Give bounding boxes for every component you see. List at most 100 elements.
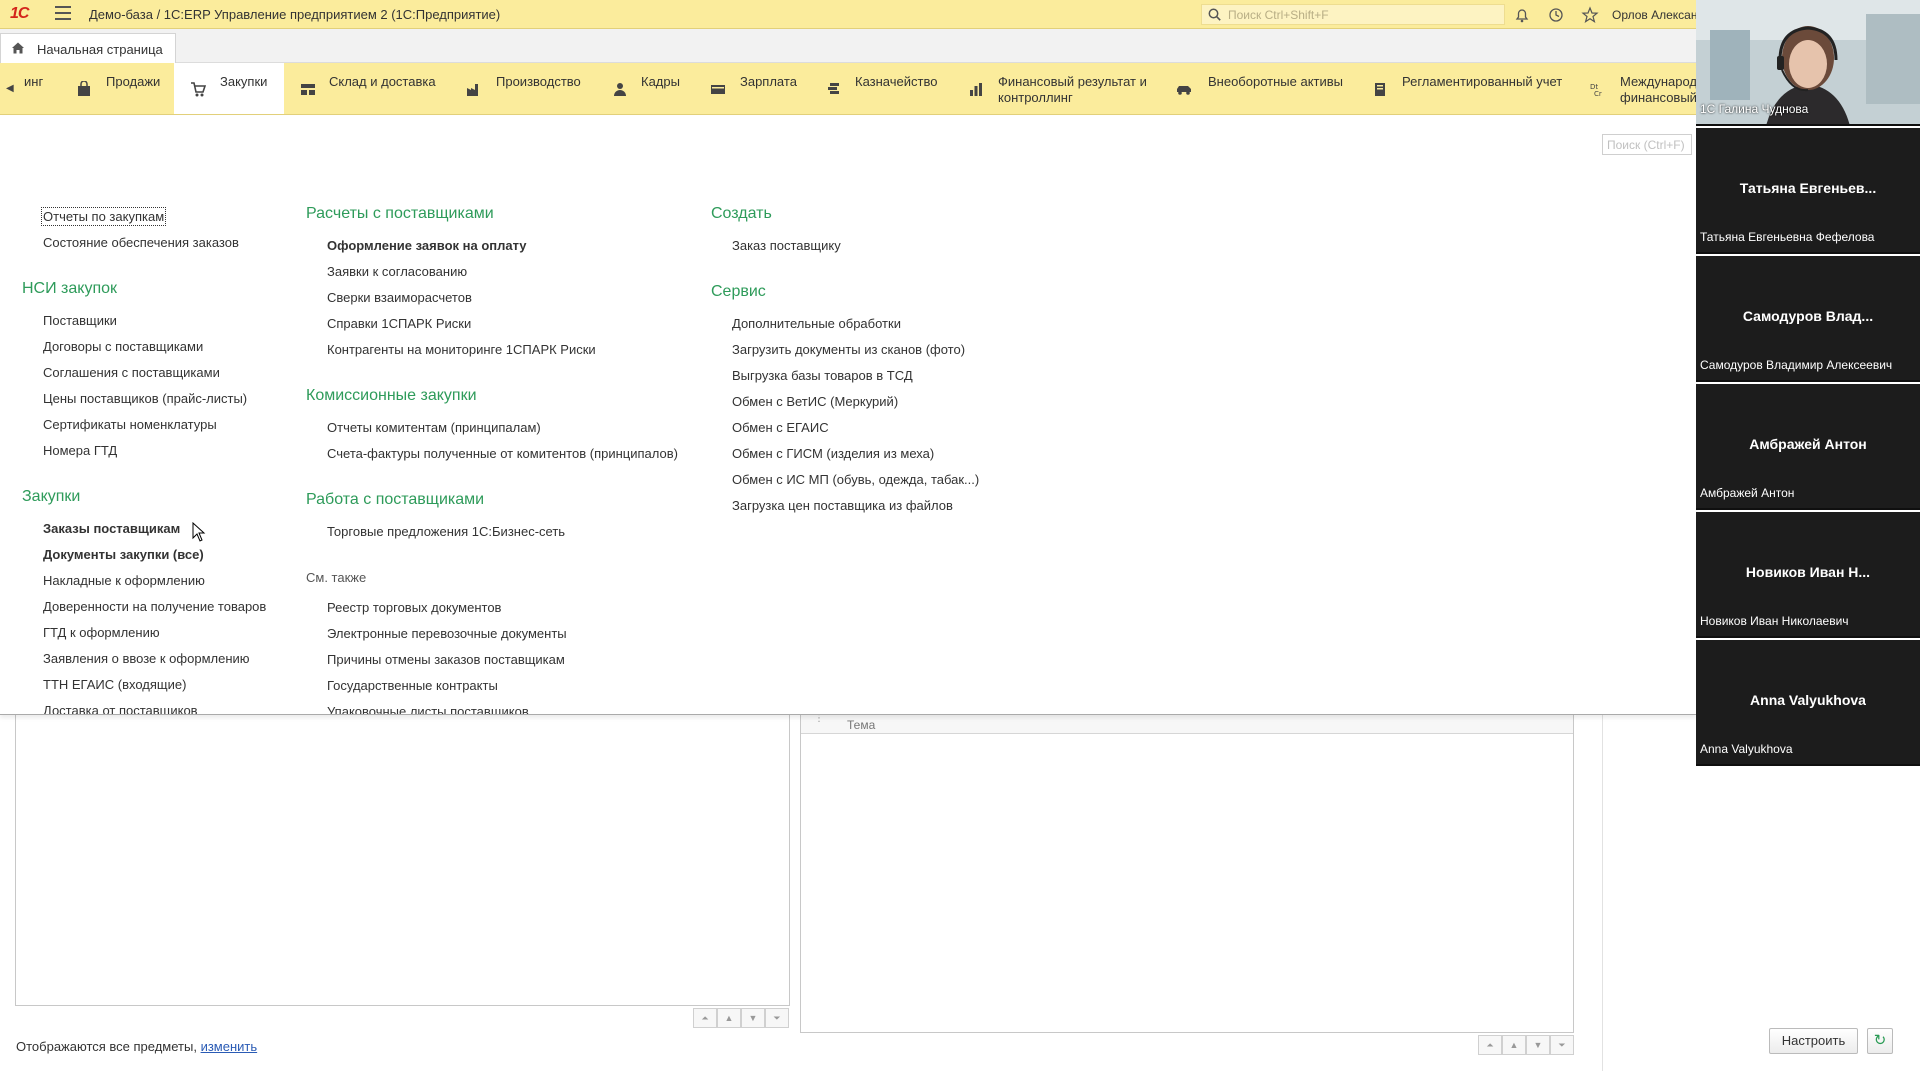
bag-icon (78, 81, 90, 96)
participant-name: Самодуров Владимир Алексеевич (1700, 358, 1893, 372)
menu-item[interactable]: Оформление заявок на оплату (327, 238, 527, 253)
section-sales[interactable]: Продажи (76, 63, 172, 114)
menu-item[interactable]: Реестр торговых документов (327, 600, 501, 615)
car-icon (1177, 86, 1191, 95)
section-payroll[interactable]: Зарплата (710, 63, 806, 114)
home-icon (12, 42, 24, 54)
section-purchases[interactable]: Закупки (174, 63, 284, 114)
menu-item[interactable]: Цены поставщиков (прайс-листы) (43, 391, 247, 406)
menu-item[interactable]: Доверенности на получение товаров (43, 599, 266, 614)
scroll-up-icon[interactable]: ▲ (717, 1008, 741, 1028)
menu-item[interactable]: Заказы поставщикам (43, 521, 180, 536)
participant-tile[interactable]: Anna Valyukhova Anna Valyukhova (1696, 640, 1920, 766)
scroll-first-icon[interactable]: ⏶ (1478, 1035, 1502, 1055)
menu-item[interactable]: Счета-фактуры полученные от комитентов (… (327, 446, 678, 461)
menu-item[interactable]: Загрузка цен поставщика из файлов (732, 498, 953, 513)
wallet-icon (711, 85, 725, 94)
menu-item[interactable]: Накладные к оформлению (43, 573, 205, 588)
section-regulated-accounting[interactable]: Регламентированный учет (1372, 63, 1568, 114)
participant-tile[interactable]: Амбражей Антон Амбражей Антон (1696, 384, 1920, 510)
menu-item[interactable]: Обмен с ВетИС (Меркурий) (732, 394, 898, 409)
scroll-last-icon[interactable]: ⏷ (1550, 1035, 1574, 1055)
refresh-icon[interactable]: ↻ (1867, 1028, 1893, 1054)
dtcr-icon: DtCr (1590, 83, 1602, 97)
scroll-down-icon[interactable]: ▼ (741, 1008, 765, 1028)
subjects-list[interactable] (15, 715, 790, 1006)
menu-item[interactable]: Причины отмены заказов поставщикам (327, 652, 565, 667)
menu-item[interactable]: Номера ГТД (43, 443, 117, 458)
menu-item[interactable]: Заявления о ввозе к оформлению (43, 651, 250, 666)
tab-home[interactable]: Начальная страница (0, 33, 176, 63)
menu-item[interactable]: Заказ поставщику (732, 238, 841, 253)
menu-item[interactable]: ТТН ЕГАИС (входящие) (43, 677, 186, 692)
bell-icon[interactable] (1513, 6, 1531, 24)
group-title-purchases: Закупки (22, 488, 81, 505)
menu-item[interactable]: Контрагенты на мониторинге 1СПАРК Риски (327, 342, 596, 357)
configure-button[interactable]: Настроить (1769, 1028, 1858, 1054)
see-also-title: См. также (306, 570, 367, 585)
scroll-first-icon[interactable]: ⏶ (693, 1008, 717, 1028)
current-user[interactable]: Орлов Александ (1612, 8, 1704, 22)
menu-item[interactable]: ГТД к оформлению (43, 625, 160, 640)
menu-item[interactable]: Выгрузка базы товаров в ТСД (732, 368, 913, 383)
menu-item[interactable]: Договоры с поставщиками (43, 339, 203, 354)
menu-item[interactable]: Загрузить документы из сканов (фото) (732, 342, 965, 357)
scroll-up-icon[interactable]: ▲ (1502, 1035, 1526, 1055)
1c-logo[interactable]: 1С (10, 5, 29, 23)
menu-item[interactable]: Торговые предложения 1С:Бизнес-сеть (327, 524, 565, 539)
menu-item[interactable]: Сертификаты номенклатуры (43, 417, 217, 432)
menu-item[interactable]: Обмен с ИС МП (обувь, одежда, табак...) (732, 472, 979, 487)
svg-text:Cr: Cr (1594, 90, 1602, 97)
mouse-cursor-icon (192, 522, 206, 542)
panel-search-input[interactable]: Поиск (Ctrl+F) (1602, 134, 1692, 155)
topics-table[interactable]: ⋮ Тема (800, 706, 1574, 1033)
column-header-topic[interactable]: Тема (847, 718, 875, 732)
menu-item[interactable]: Государственные контракты (327, 678, 498, 693)
section-financial-result[interactable]: Финансовый результат и контроллинг (968, 63, 1166, 114)
menu-item[interactable]: Отчеты комитентам (принципалам) (327, 420, 541, 435)
menu-item[interactable]: Отчеты по закупкам (40, 207, 167, 226)
section-label: Внеоборотные активы (1208, 74, 1344, 89)
menu-item[interactable]: Соглашения с поставщиками (43, 365, 220, 380)
menu-item[interactable]: Упаковочные листы поставщиков (327, 704, 529, 714)
participant-tile[interactable]: Татьяна Евгеньев... Татьяна Евгеньевна Ф… (1696, 128, 1920, 254)
warehouse-icon (301, 84, 315, 95)
menu-item[interactable]: Справки 1СПАРК Риски (327, 316, 471, 331)
menu-item[interactable]: Дополнительные обработки (732, 316, 901, 331)
scroll-last-icon[interactable]: ⏷ (765, 1008, 789, 1028)
menu-item[interactable]: Обмен с ЕГАИС (732, 420, 829, 435)
right-table-nav: ⏶ ▲ ▼ ⏷ (1478, 1035, 1574, 1055)
open-tabs-bar: Начальная страница (0, 29, 1696, 63)
menu-item[interactable]: Сверки взаиморасчетов (327, 290, 472, 305)
search-icon (1208, 8, 1221, 21)
section-treasury[interactable]: Казначейство (826, 63, 946, 114)
menu-item[interactable]: Заявки к согласованию (327, 264, 467, 279)
main-menu-icon[interactable] (55, 6, 71, 20)
section-warehouse[interactable]: Склад и доставка (300, 63, 450, 114)
participant-tile[interactable]: Самодуров Влад... Самодуров Владимир Але… (1696, 256, 1920, 382)
section-label: Финансовый результат и контроллинг (998, 74, 1147, 105)
global-search-input[interactable]: Поиск Ctrl+Shift+F (1201, 4, 1505, 25)
section-fixed-assets[interactable]: Внеоборотные активы (1176, 63, 1356, 114)
title-bar: 1С Демо-база / 1С:ERP Управление предпри… (0, 0, 1704, 29)
section-production[interactable]: Производство (466, 63, 596, 114)
star-icon[interactable] (1581, 6, 1599, 24)
menu-item[interactable]: Документы закупки (все) (43, 547, 204, 562)
menu-item[interactable]: Состояние обеспечения заказов (43, 235, 239, 250)
section-hr[interactable]: Кадры (612, 63, 696, 114)
participant-tile[interactable]: 1С Галина Чуднова (1696, 0, 1920, 126)
change-subjects-link[interactable]: изменить (201, 1039, 258, 1054)
menu-item[interactable]: Поставщики (43, 313, 117, 328)
section-international[interactable]: Dt Cr Международ финансовый (1590, 63, 1696, 114)
menu-item[interactable]: Обмен с ГИСМ (изделия из меха) (732, 446, 934, 461)
history-icon[interactable] (1547, 6, 1565, 24)
participant-name: Anna Valyukhova (1700, 742, 1793, 756)
menu-item[interactable]: Электронные перевозочные документы (327, 626, 567, 641)
scroll-down-icon[interactable]: ▼ (1526, 1035, 1550, 1055)
participant-tile[interactable]: Новиков Иван Н... Новиков Иван Николаеви… (1696, 512, 1920, 638)
subjects-note: Отображаются все предметы, изменить (16, 1039, 257, 1054)
section-label: Закупки (220, 74, 268, 89)
section-marketing[interactable]: инг (12, 63, 70, 114)
menu-item[interactable]: Доставка от поставщиков (43, 703, 198, 714)
section-label: Регламентированный учет (1402, 74, 1563, 89)
